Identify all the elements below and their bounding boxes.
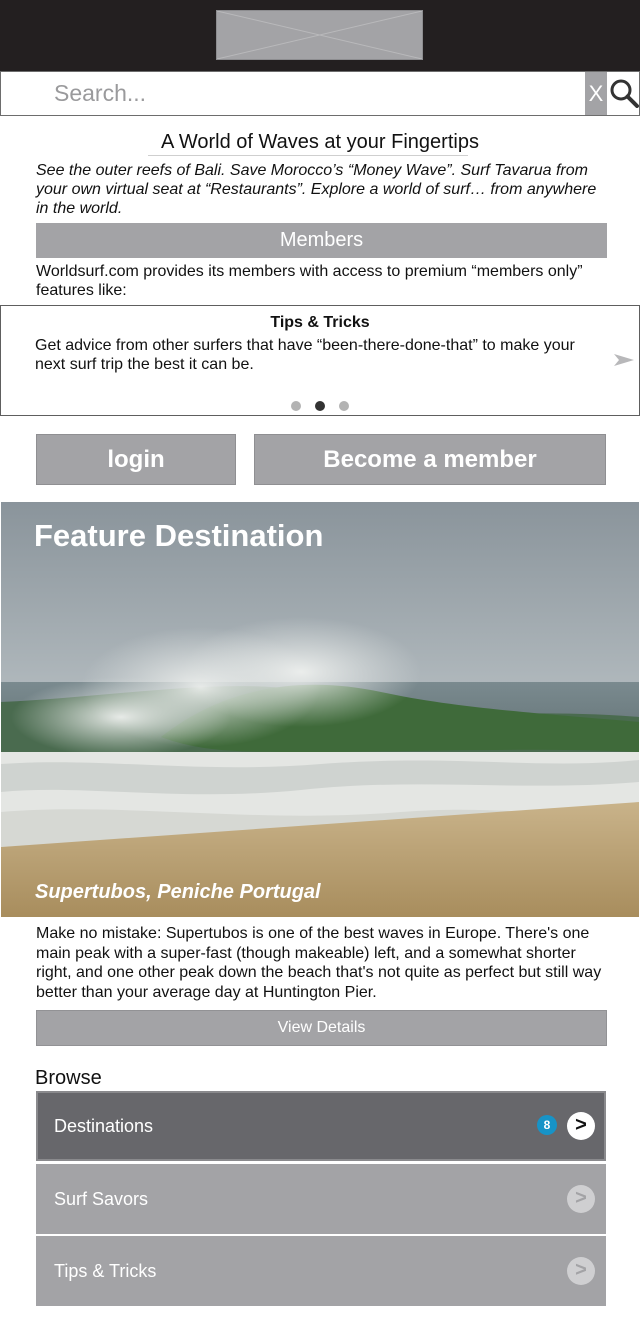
view-details-button[interactable]: View Details <box>36 1010 607 1046</box>
carousel-dot[interactable] <box>339 401 349 411</box>
carousel-pagination <box>1 401 639 411</box>
become-member-button[interactable]: Become a member <box>254 434 606 485</box>
image-placeholder-icon <box>217 11 422 59</box>
carousel-dot-active[interactable] <box>315 401 325 411</box>
carousel-slide-body: Get advice from other surfers that have … <box>35 337 575 373</box>
logo-placeholder[interactable] <box>216 10 423 60</box>
members-description: Worldsurf.com provides its members with … <box>36 263 583 299</box>
feature-description: Make no mistake: Supertubos is one of th… <box>36 925 602 1001</box>
browse-heading: Browse <box>35 1067 102 1089</box>
count-badge: 8 <box>537 1115 557 1135</box>
search-bar: X <box>0 71 640 116</box>
app-header <box>0 0 640 71</box>
search-input[interactable] <box>2 73 584 114</box>
login-button[interactable]: login <box>36 434 236 485</box>
arrow-right-icon[interactable] <box>612 348 636 372</box>
browse-item-surf-savors[interactable]: Surf Savors > <box>36 1164 606 1234</box>
intro-tagline: See the outer reefs of Bali. Save Morocc… <box>36 162 597 217</box>
chevron-right-icon[interactable]: > <box>567 1185 595 1213</box>
carousel-slide-title: Tips & Tricks <box>270 314 370 331</box>
chevron-right-icon[interactable]: > <box>567 1257 595 1285</box>
feature-title: Feature Destination <box>34 518 324 553</box>
browse-item-label: Tips & Tricks <box>54 1261 157 1281</box>
members-section-header: Members <box>36 223 607 258</box>
features-carousel[interactable]: Tips & Tricks Get advice from other surf… <box>0 305 640 416</box>
feature-destination-image[interactable]: Feature Destination <box>1 502 639 917</box>
browse-item-label: Surf Savors <box>54 1189 149 1209</box>
browse-item-tips-tricks[interactable]: Tips & Tricks > <box>36 1236 606 1306</box>
browse-item-destinations[interactable]: Destinations 8 > <box>36 1091 606 1161</box>
chevron-right-icon[interactable]: > <box>567 1112 595 1140</box>
magnifier-icon[interactable] <box>609 78 639 108</box>
feature-caption: Supertubos, Peniche Portugal <box>35 881 321 903</box>
clear-search-button[interactable]: X <box>585 72 607 115</box>
carousel-dot[interactable] <box>291 401 301 411</box>
wave-photo <box>1 502 639 917</box>
page-headline: A World of Waves at your Fingertips <box>161 131 479 153</box>
browse-item-label: Destinations <box>54 1116 154 1136</box>
headline-divider <box>148 155 468 156</box>
